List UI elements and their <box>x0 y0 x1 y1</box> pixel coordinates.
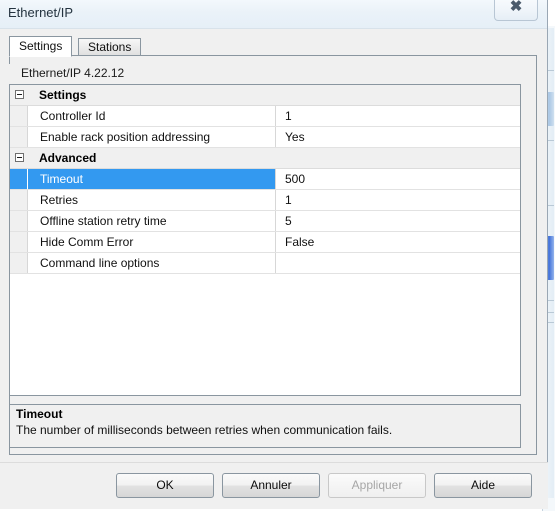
row-gutter <box>10 106 28 126</box>
tab-settings[interactable]: Settings <box>9 36 73 57</box>
help-button[interactable]: Aide <box>434 473 532 498</box>
property-name: Advanced <box>39 151 97 165</box>
window-title: Ethernet/IP <box>8 5 74 20</box>
cancel-button[interactable]: Annuler <box>222 473 320 498</box>
close-icon: ✖ <box>509 0 523 15</box>
property-name: Settings <box>39 88 87 102</box>
property-group-row[interactable]: Advanced <box>10 148 520 169</box>
ethernet-ip-dialog: Ethernet/IP ✖ Settings Stations Ethernet… <box>0 0 548 509</box>
property-row[interactable]: Controller Id 1 <box>10 106 520 127</box>
property-value[interactable]: False <box>276 232 520 252</box>
property-row[interactable]: Timeout 500 <box>10 169 520 190</box>
row-gutter <box>10 211 28 231</box>
property-value[interactable]: 5 <box>276 211 520 231</box>
property-name: Hide Comm Error <box>40 235 134 249</box>
property-name: Offline station retry time <box>40 214 167 228</box>
property-name: Command line options <box>40 256 160 270</box>
description-pane: Timeout The number of milliseconds betwe… <box>9 404 521 448</box>
button-bar: OK Annuler Appliquer Aide <box>0 462 548 509</box>
tab-stations[interactable]: Stations <box>78 38 142 56</box>
property-value[interactable]: 1 <box>276 106 520 126</box>
property-row[interactable]: Offline station retry time 5 <box>10 211 520 232</box>
property-grid-gutter <box>10 275 27 395</box>
property-grid[interactable]: Settings Controller Id 1 Enable rack positi… <box>9 84 521 396</box>
property-row[interactable]: Hide Comm Error False <box>10 232 520 253</box>
ok-button[interactable]: OK <box>116 473 214 498</box>
grid-header-label: Ethernet/IP 4.22.12 <box>9 64 521 84</box>
description-text: The number of milliseconds between retri… <box>16 423 393 437</box>
property-value[interactable] <box>276 253 520 273</box>
tab-strip: Settings Stations <box>9 36 537 57</box>
property-group-row[interactable]: Settings <box>10 85 520 106</box>
property-row[interactable]: Command line options <box>10 253 520 274</box>
title-bar: Ethernet/IP ✖ <box>0 0 547 29</box>
row-gutter <box>10 169 27 189</box>
property-name: Timeout <box>28 169 275 189</box>
row-gutter <box>10 127 28 147</box>
property-name: Controller Id <box>40 109 106 123</box>
description-title: Timeout <box>16 407 63 421</box>
property-name: Retries <box>40 193 79 207</box>
property-grid-empty-area <box>10 275 520 395</box>
property-value[interactable]: 500 <box>276 169 520 189</box>
close-button[interactable]: ✖ <box>494 0 538 21</box>
property-grid-rows: Settings Controller Id 1 Enable rack positi… <box>10 85 520 274</box>
row-gutter <box>10 253 28 273</box>
apply-button: Appliquer <box>328 473 426 498</box>
property-value[interactable]: Yes <box>276 127 520 147</box>
property-row[interactable]: Enable rack position addressing Yes <box>10 127 520 148</box>
row-gutter <box>10 190 28 210</box>
property-value[interactable]: 1 <box>276 190 520 210</box>
row-gutter <box>10 232 28 252</box>
property-name: Enable rack position addressing <box>40 130 211 144</box>
property-row[interactable]: Retries 1 <box>10 190 520 211</box>
